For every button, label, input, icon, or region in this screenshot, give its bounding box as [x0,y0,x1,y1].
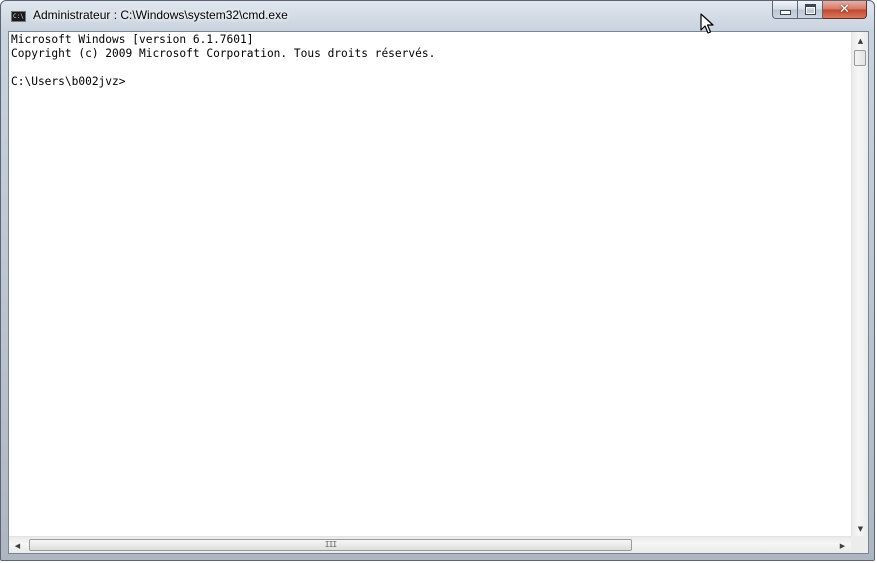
console-line-1: Microsoft Windows [version 6.1.7601] [11,33,254,46]
window-title: Administrateur : C:\Windows\system32\cmd… [33,8,288,22]
scroll-down-arrow-icon[interactable]: ▼ [852,520,869,537]
mouse-pointer-icon [700,13,714,34]
maximize-icon [804,4,816,15]
close-icon: ✕ [839,2,850,17]
scroll-left-arrow-icon[interactable]: ◀ [9,537,26,554]
cmd-window: C:\ Administrateur : C:\Windows\system32… [0,0,875,561]
horizontal-scroll-thumb[interactable]: III [29,539,632,551]
console-client-area: Microsoft Windows [version 6.1.7601] Cop… [8,31,869,554]
close-button[interactable]: ✕ [823,1,867,19]
vertical-scroll-thumb[interactable] [854,50,866,66]
grip-icon: III [324,540,337,549]
scrollbar-corner [851,536,868,553]
minimize-button[interactable] [772,1,798,19]
scroll-right-arrow-icon[interactable]: ▶ [834,537,851,554]
horizontal-scrollbar[interactable]: ◀ III ▶ [9,536,851,553]
minimize-icon [779,10,791,15]
console-icon[interactable]: C:\ [11,11,26,22]
console-line-2: Copyright (c) 2009 Microsoft Corporation… [11,47,436,60]
console-prompt[interactable]: C:\Users\b002jvz> [11,75,126,88]
caption-buttons: ✕ [772,1,867,20]
maximize-button[interactable] [798,1,823,19]
title-bar[interactable]: C:\ Administrateur : C:\Windows\system32… [1,1,874,31]
console-icon-text: C:\ [13,13,24,20]
vertical-scrollbar[interactable]: ▲ ▼ [851,32,868,537]
scroll-up-arrow-icon[interactable]: ▲ [852,32,869,49]
console-output[interactable]: Microsoft Windows [version 6.1.7601] Cop… [9,32,851,537]
